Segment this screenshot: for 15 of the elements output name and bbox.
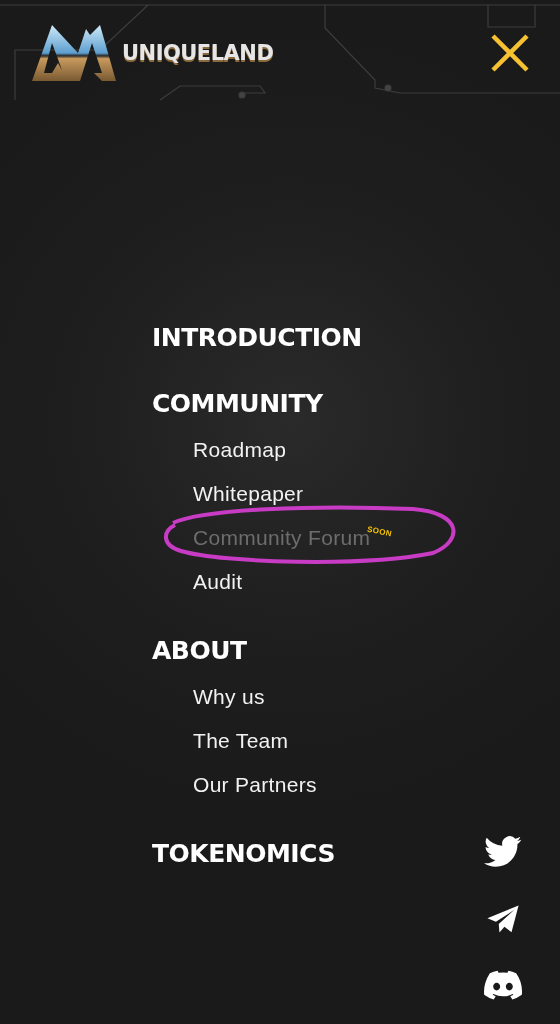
menu-heading[interactable]: TOKENOMICS xyxy=(152,837,335,871)
menu-heading[interactable]: ABOUT xyxy=(152,634,247,668)
menu-heading[interactable]: INTRODUCTION xyxy=(152,321,362,355)
paper-plane-icon[interactable] xyxy=(486,904,520,934)
menu-link[interactable]: Why us xyxy=(193,682,265,712)
menu-link[interactable]: Whitepaper xyxy=(193,479,304,509)
menu-link[interactable]: Our Partners xyxy=(193,770,317,800)
logo-text: UNIQUELAND xyxy=(122,40,274,65)
discord-icon[interactable] xyxy=(484,970,522,1000)
bird-icon[interactable] xyxy=(484,836,522,868)
menu-link[interactable]: The Team xyxy=(193,726,289,756)
menu-link[interactable]: Audit xyxy=(193,567,243,597)
menu-link[interactable]: Roadmap xyxy=(193,435,287,465)
menu-heading[interactable]: COMMUNITY xyxy=(152,387,323,421)
close-icon[interactable] xyxy=(490,32,530,73)
